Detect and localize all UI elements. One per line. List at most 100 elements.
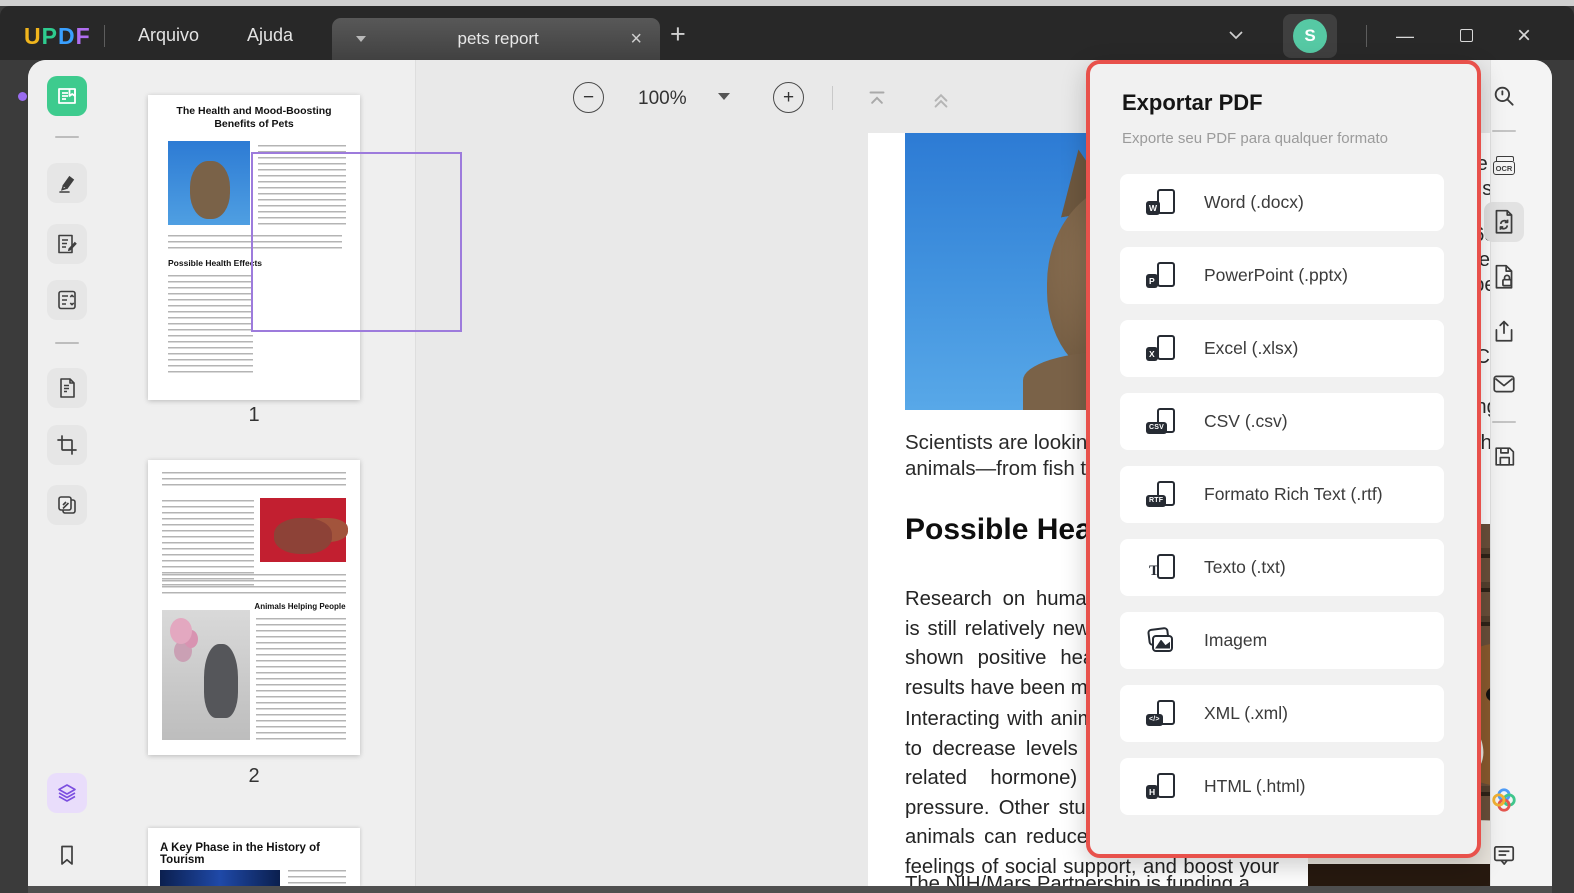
close-button[interactable]: × [1517, 22, 1531, 50]
csv-file-icon: CSV [1146, 407, 1176, 437]
tab-dropdown-icon[interactable] [356, 36, 366, 42]
tool-organize-pages[interactable] [47, 368, 87, 408]
new-tab-button[interactable]: + [670, 21, 686, 48]
updf-logo: UPDF [24, 23, 91, 50]
tool-edit-pdf[interactable] [47, 224, 87, 264]
export-format-list: W Word (.docx) P PowerPoint (.pptx) X Ex… [1120, 174, 1444, 831]
zoom-dropdown-icon[interactable] [718, 93, 730, 100]
page-thumbnail-3[interactable]: A Key Phase in the History of Tourism [148, 828, 360, 886]
export-option-csv[interactable]: CSV CSV (.csv) [1120, 393, 1444, 450]
export-option-word[interactable]: W Word (.docx) [1120, 174, 1444, 231]
ocr-icon: OCR [1493, 161, 1516, 175]
tab-close-icon[interactable]: × [630, 29, 642, 49]
ocr-button[interactable]: OCR [1484, 148, 1524, 188]
powerpoint-file-icon: P [1146, 261, 1176, 291]
edit-document-icon [55, 232, 79, 256]
save-icon [1492, 444, 1517, 469]
zoom-in-button[interactable]: + [773, 82, 804, 113]
export-option-label: PowerPoint (.pptx) [1204, 265, 1348, 286]
excel-file-icon: X [1146, 334, 1176, 364]
previous-section-button[interactable] [928, 86, 954, 112]
export-option-label: Formato Rich Text (.rtf) [1204, 484, 1383, 505]
avatar: S [1293, 19, 1327, 53]
layers-icon [55, 781, 79, 805]
ai-assistant-button[interactable] [1484, 780, 1524, 820]
form-fields-icon [55, 288, 79, 312]
thumb2-page-number: 2 [148, 765, 360, 788]
document-tab[interactable]: pets report × [332, 18, 660, 60]
export-option-excel[interactable]: X Excel (.xlsx) [1120, 320, 1444, 377]
protect-pdf-button[interactable] [1484, 257, 1524, 297]
search-icon [1491, 83, 1517, 109]
doc-paragraph: The NIH/Mars Partnership is funding a [905, 873, 1250, 886]
export-option-image[interactable]: Imagem [1120, 612, 1444, 669]
xml-file-icon: </> [1146, 699, 1176, 729]
menu-ajuda[interactable]: Ajuda [247, 25, 293, 46]
thumb2-cat-image [162, 610, 250, 740]
logo-letter: U [24, 23, 42, 50]
bookmark-icon [55, 843, 79, 867]
minimize-button[interactable]: — [1396, 26, 1414, 47]
chevron-down-icon[interactable] [1226, 27, 1246, 48]
comment-bubble-icon [1491, 842, 1517, 868]
thumb2-heading: Animals Helping People [254, 602, 346, 611]
scroll-top-icon [864, 86, 890, 112]
divider [1492, 421, 1516, 423]
thumb1-cat-image [168, 141, 250, 225]
search-button[interactable] [1484, 76, 1524, 116]
share-icon [1491, 318, 1517, 344]
menu-arquivo[interactable]: Arquivo [138, 25, 199, 46]
divider [55, 136, 79, 138]
export-option-powerpoint[interactable]: P PowerPoint (.pptx) [1120, 247, 1444, 304]
divider [55, 342, 79, 344]
tool-forms[interactable] [47, 280, 87, 320]
account-button[interactable]: S [1283, 14, 1337, 58]
save-button[interactable] [1484, 436, 1524, 476]
export-option-txt[interactable]: T Texto (.txt) [1120, 539, 1444, 596]
page-thumbnail-2[interactable]: Animals Helping People [148, 460, 360, 755]
tool-crop[interactable] [47, 425, 87, 465]
titlebar: UPDF Arquivo Ajuda pets report × + S — × [0, 6, 1574, 60]
ai-clover-icon [1490, 786, 1518, 814]
thumbnail-panel: The Health and Mood-Boosting Benefits of… [130, 60, 415, 886]
export-option-label: Texto (.txt) [1204, 557, 1286, 578]
thumb3-image [160, 870, 280, 886]
logo-letter: F [76, 23, 91, 50]
export-option-rtf[interactable]: RTF Formato Rich Text (.rtf) [1120, 466, 1444, 523]
export-option-xml[interactable]: </> XML (.xml) [1120, 685, 1444, 742]
viewport-indicator[interactable] [251, 152, 462, 332]
feedback-button[interactable] [1484, 835, 1524, 875]
tool-comment-highlighter[interactable] [47, 163, 87, 203]
crop-icon [55, 433, 79, 457]
email-button[interactable] [1484, 364, 1524, 404]
export-option-label: Word (.docx) [1204, 192, 1304, 213]
tab-title: pets report [366, 29, 630, 49]
image-file-icon [1146, 626, 1176, 656]
thumb1-title: The Health and Mood-Boosting Benefits of… [160, 105, 348, 131]
export-pdf-button[interactable] [1484, 202, 1524, 242]
export-option-label: CSV (.csv) [1204, 411, 1288, 432]
pages-icon [55, 376, 79, 400]
share-button[interactable] [1484, 311, 1524, 351]
horizontal-scrollbar[interactable] [28, 886, 1552, 893]
notification-dot [18, 92, 27, 101]
export-option-label: Excel (.xlsx) [1204, 338, 1298, 359]
thumb2-dogs-image [260, 498, 346, 562]
thumb2-text-lines [162, 574, 346, 594]
export-option-html[interactable]: H HTML (.html) [1120, 758, 1444, 815]
export-option-label: Imagem [1204, 630, 1267, 651]
maximize-button[interactable] [1460, 29, 1473, 42]
tool-layers[interactable] [47, 773, 87, 813]
zoom-out-button[interactable]: − [573, 82, 604, 113]
tool-bookmark[interactable] [47, 835, 87, 875]
tool-batch[interactable] [47, 485, 87, 525]
go-to-top-button[interactable] [864, 86, 890, 112]
export-option-label: XML (.xml) [1204, 703, 1288, 724]
thumb2-text-lines [162, 472, 346, 488]
export-panel-subtitle: Exporte seu PDF para qualquer formato [1122, 130, 1388, 147]
text-file-icon: T [1146, 553, 1176, 583]
html-file-icon: H [1146, 772, 1176, 802]
convert-document-icon [1491, 208, 1517, 236]
tool-reader[interactable] [47, 76, 87, 116]
export-option-label: HTML (.html) [1204, 776, 1305, 797]
